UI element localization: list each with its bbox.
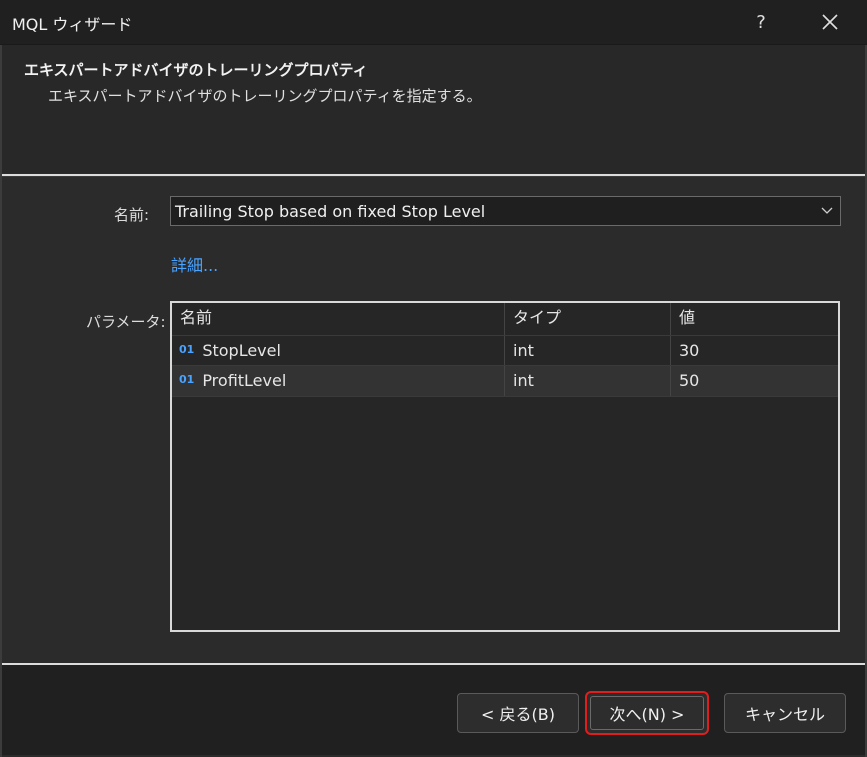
table-header: 名前 タイプ 値: [172, 303, 838, 335]
param-name: StopLevel: [202, 341, 281, 360]
parameters-label: パラメータ:: [86, 313, 166, 331]
next-button[interactable]: 次へ(N) >: [585, 691, 709, 735]
param-name-cell: 01 StopLevel: [172, 336, 505, 366]
close-button[interactable]: [807, 0, 853, 44]
next-button-label: 次へ(N) >: [590, 696, 704, 730]
param-value-cell[interactable]: 50: [671, 366, 838, 396]
header-subtitle: エキスパートアドバイザのトレーリングプロパティを指定する。: [48, 87, 482, 105]
close-icon: [822, 14, 838, 30]
window-title: MQL ウィザード: [12, 15, 133, 34]
param-name-cell: 01 ProfitLevel: [172, 366, 505, 396]
column-header-name[interactable]: 名前: [172, 303, 505, 335]
table-row[interactable]: 01 StopLevel int 30: [172, 335, 838, 366]
table-row[interactable]: 01 ProfitLevel int 50: [172, 365, 838, 397]
param-name: ProfitLevel: [202, 371, 287, 390]
details-link[interactable]: 詳細...: [171, 252, 218, 276]
name-label: 名前:: [114, 206, 150, 224]
param-value-cell[interactable]: 30: [671, 336, 838, 366]
param-type-cell: int: [505, 336, 671, 366]
column-header-type[interactable]: タイプ: [505, 303, 671, 335]
name-dropdown[interactable]: Trailing Stop based on fixed Stop Level: [170, 196, 841, 226]
wizard-header: エキスパートアドバイザのトレーリングプロパティ エキスパートアドバイザのトレーリ…: [2, 45, 865, 173]
param-type-cell: int: [505, 366, 671, 396]
integer-param-icon: 01: [179, 342, 195, 356]
integer-param-icon: 01: [179, 372, 195, 386]
column-header-value[interactable]: 値: [671, 303, 838, 335]
chevron-down-icon: [821, 207, 833, 214]
help-button[interactable]: ?: [738, 0, 784, 44]
back-button[interactable]: < 戻る(B): [457, 693, 579, 733]
name-dropdown-value: Trailing Stop based on fixed Stop Level: [175, 202, 486, 221]
parameters-table[interactable]: 名前 タイプ 値 01 StopLevel int 30 01 ProfitLeve…: [170, 301, 840, 632]
header-title: エキスパートアドバイザのトレーリングプロパティ: [24, 61, 368, 79]
title-bar: MQL ウィザード ?: [0, 0, 867, 45]
cancel-button[interactable]: キャンセル: [724, 693, 846, 733]
